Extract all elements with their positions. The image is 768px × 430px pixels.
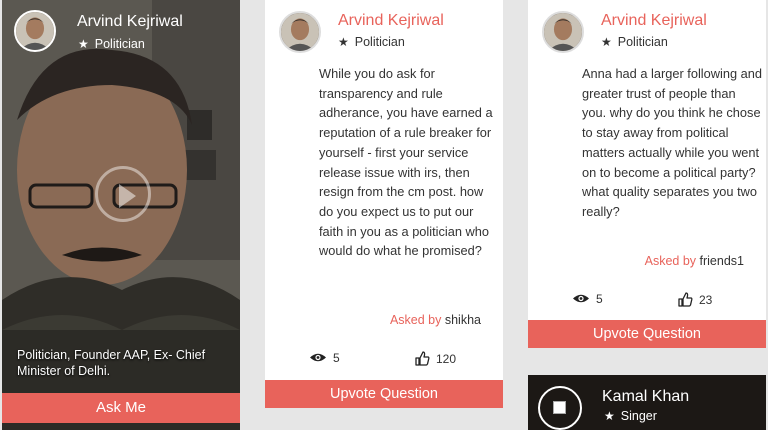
video-caption: Politician, Founder AAP, Ex- Chief Minis… bbox=[17, 348, 206, 378]
broken-image-icon bbox=[553, 401, 566, 414]
profile-name[interactable]: Kamal Khan bbox=[602, 388, 689, 406]
question-text: While you do ask for transparency and ru… bbox=[319, 66, 493, 259]
star-icon: ★ bbox=[78, 37, 89, 51]
asker-name[interactable]: shikha bbox=[445, 313, 481, 327]
ask-me-button[interactable]: Ask Me bbox=[2, 393, 240, 423]
asked-by: Asked by friends1 bbox=[644, 254, 744, 268]
profile-name[interactable]: Arvind Kejriwal bbox=[601, 12, 707, 30]
view-count: 5 bbox=[309, 351, 340, 366]
profile-role: ★ Singer bbox=[604, 409, 657, 423]
question-card: Arvind Kejriwal ★ Politician While you do… bbox=[265, 0, 503, 408]
star-icon: ★ bbox=[338, 35, 349, 49]
profile-card[interactable]: Kamal Khan ★ Singer bbox=[528, 375, 766, 430]
asker-name[interactable]: friends1 bbox=[700, 254, 744, 268]
question-card: Arvind Kejriwal ★ Politician Anna had a l… bbox=[528, 0, 766, 348]
avatar[interactable] bbox=[542, 11, 584, 53]
eye-icon bbox=[572, 293, 590, 307]
view-count: 5 bbox=[572, 292, 603, 307]
eye-icon bbox=[309, 352, 327, 366]
question-text: Anna had a larger following and greater … bbox=[582, 66, 762, 219]
thumbs-up-icon[interactable] bbox=[415, 351, 430, 369]
play-icon[interactable] bbox=[95, 166, 151, 222]
thumbs-up-icon[interactable] bbox=[678, 292, 693, 310]
avatar[interactable] bbox=[14, 10, 56, 52]
profile-name[interactable]: Arvind Kejriwal bbox=[77, 13, 183, 31]
upvote-button[interactable]: Upvote Question bbox=[528, 320, 766, 348]
asked-by: Asked by shikha bbox=[389, 313, 481, 327]
star-icon: ★ bbox=[601, 35, 612, 49]
avatar[interactable] bbox=[538, 386, 582, 430]
profile-role: ★ Politician bbox=[601, 35, 668, 49]
vote-count: 23 bbox=[678, 292, 712, 310]
star-icon: ★ bbox=[604, 409, 615, 423]
profile-role: ★ Politician bbox=[338, 35, 405, 49]
video-card: Arvind Kejriwal ★ Politician Politician, … bbox=[2, 0, 240, 430]
profile-name[interactable]: Arvind Kejriwal bbox=[338, 12, 444, 30]
vote-count: 120 bbox=[415, 351, 456, 369]
profile-role: ★ Politician bbox=[78, 37, 145, 51]
avatar[interactable] bbox=[279, 11, 321, 53]
upvote-button[interactable]: Upvote Question bbox=[265, 380, 503, 408]
